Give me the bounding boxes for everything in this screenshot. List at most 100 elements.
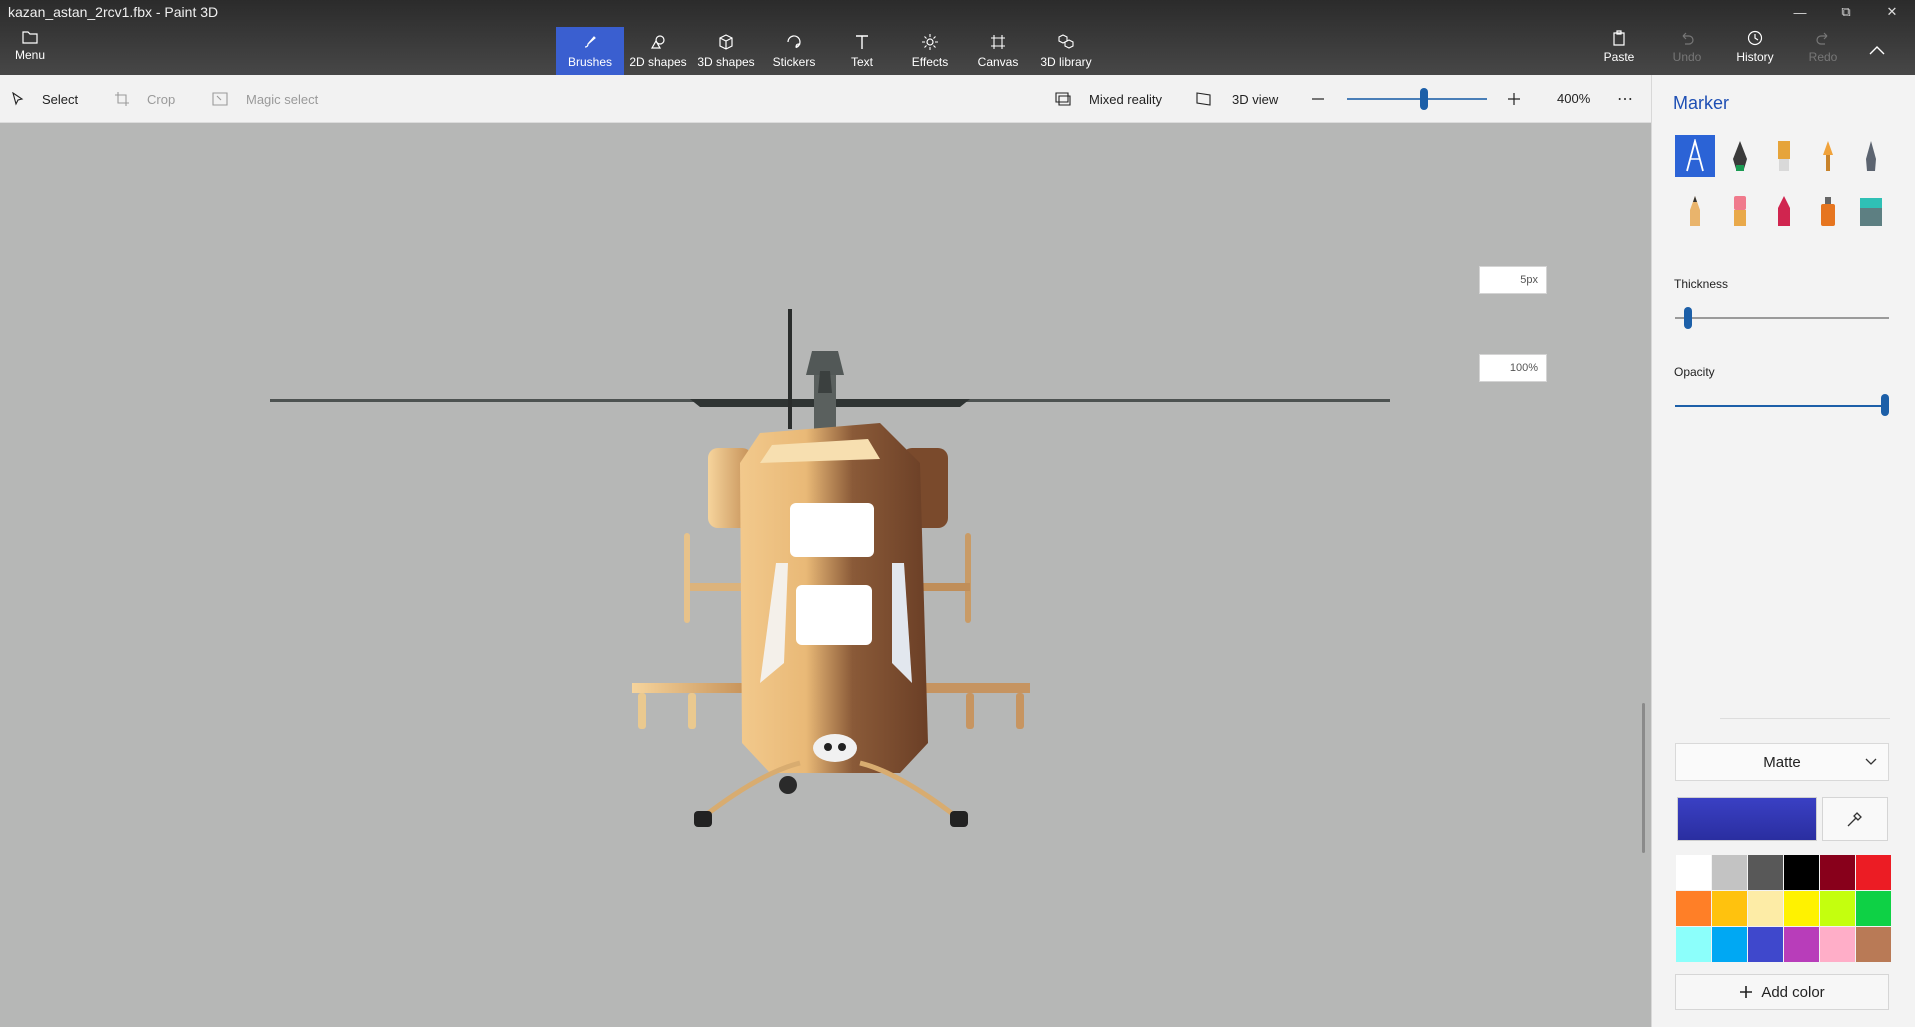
eraser-brush-icon[interactable]	[1720, 190, 1760, 232]
opacity-label: Opacity	[1674, 365, 1715, 379]
color-swatch[interactable]	[1676, 855, 1711, 890]
color-swatch[interactable]	[1856, 927, 1891, 962]
select-button[interactable]: Select	[12, 75, 78, 123]
color-swatch[interactable]	[1748, 855, 1783, 890]
color-swatch[interactable]	[1784, 891, 1819, 926]
close-icon[interactable]: ✕	[1869, 0, 1915, 24]
history-button[interactable]: History	[1721, 30, 1789, 64]
eyedropper-button[interactable]	[1822, 797, 1888, 841]
opacity-slider-thumb[interactable]	[1881, 394, 1889, 416]
tool-brushes[interactable]: Brushes	[556, 27, 624, 75]
cursor-icon	[12, 92, 24, 106]
paste-button[interactable]: Paste	[1585, 30, 1653, 64]
material-value: Matte	[1763, 753, 1801, 771]
clipboard-icon	[1613, 30, 1625, 46]
minimize-icon[interactable]: —	[1777, 0, 1823, 24]
color-swatch[interactable]	[1676, 891, 1711, 926]
mixed-reality-icon	[1055, 92, 1071, 106]
thickness-input[interactable]: 5px	[1479, 266, 1547, 294]
zoom-value[interactable]: 400%	[1557, 91, 1590, 106]
tool-label: 2D shapes	[629, 54, 687, 69]
3d-library-icon	[1058, 33, 1074, 49]
calligraphy-pen-brush-icon[interactable]	[1720, 135, 1760, 177]
brush-icon	[584, 35, 596, 48]
main-tools: Brushes 2D shapes 3D shapes Stickers Tex…	[556, 27, 1100, 75]
current-color-swatch[interactable]	[1677, 797, 1817, 841]
secondary-toolbar: Select Crop Magic select Mixed reality 3…	[0, 75, 1651, 123]
tool-label: Effects	[911, 54, 949, 69]
tool-canvas[interactable]: Canvas	[964, 27, 1032, 75]
helicopter-model[interactable]	[0, 123, 1651, 1027]
oil-brush-icon[interactable]	[1764, 135, 1804, 177]
color-palette	[1676, 855, 1891, 962]
add-color-button[interactable]: Add color	[1675, 974, 1889, 1010]
crop-icon	[115, 92, 129, 106]
zoom-slider-track[interactable]	[1347, 98, 1487, 100]
marker-brush-icon[interactable]	[1675, 135, 1715, 177]
tool-label: Text	[850, 54, 873, 69]
watercolor-brush-icon[interactable]	[1808, 135, 1848, 177]
pixel-pen-brush-icon[interactable]	[1851, 135, 1891, 177]
magic-select-icon	[212, 92, 228, 106]
color-swatch[interactable]	[1784, 855, 1819, 890]
tool-3d-shapes[interactable]: 3D shapes	[692, 27, 760, 75]
zoom-slider-thumb[interactable]	[1420, 88, 1428, 110]
zoom-in-icon[interactable]	[1507, 75, 1521, 123]
color-swatch[interactable]	[1712, 891, 1747, 926]
color-swatch[interactable]	[1712, 927, 1747, 962]
color-swatch[interactable]	[1856, 891, 1891, 926]
tool-text[interactable]: Text	[828, 27, 896, 75]
tool-stickers[interactable]: Stickers	[760, 27, 828, 75]
zoom-out-icon[interactable]	[1311, 75, 1325, 123]
opacity-input[interactable]: 100%	[1479, 354, 1547, 382]
crop-button[interactable]: Crop	[115, 75, 175, 123]
thickness-slider-thumb[interactable]	[1683, 307, 1692, 329]
color-swatch[interactable]	[1820, 855, 1855, 890]
vertical-scrollbar[interactable]	[1642, 703, 1645, 853]
canvas-area[interactable]	[0, 123, 1651, 1027]
color-swatch[interactable]	[1856, 855, 1891, 890]
3d-view-label: 3D view	[1232, 91, 1279, 107]
collapse-toolbar-icon[interactable]	[1857, 30, 1897, 70]
tool-label: 3D library	[1040, 54, 1092, 69]
history-icon	[1747, 30, 1763, 46]
restore-icon[interactable]: ⧉	[1823, 0, 1869, 24]
tool-effects[interactable]: Effects	[896, 27, 964, 75]
undo-button[interactable]: Undo	[1653, 30, 1721, 64]
magic-select-button[interactable]: Magic select	[212, 75, 318, 123]
sticker-icon	[787, 34, 801, 48]
tool-label: Canvas	[977, 54, 1019, 69]
color-swatch[interactable]	[1748, 927, 1783, 962]
color-swatch[interactable]	[1712, 855, 1747, 890]
opacity-slider-track[interactable]	[1675, 405, 1889, 407]
material-dropdown[interactable]: Matte	[1675, 743, 1889, 781]
menu-button[interactable]: Menu	[8, 30, 52, 70]
mixed-reality-button[interactable]: Mixed reality	[1055, 75, 1162, 123]
fill-bucket-brush-icon[interactable]	[1851, 190, 1891, 232]
tool-3d-library[interactable]: 3D library	[1032, 27, 1100, 75]
redo-label: Redo	[1808, 50, 1838, 64]
crayon-brush-icon[interactable]	[1764, 190, 1804, 232]
spray-can-brush-icon[interactable]	[1808, 190, 1848, 232]
select-label: Select	[42, 91, 79, 107]
tool-2d-shapes[interactable]: 2D shapes	[624, 27, 692, 75]
color-swatch[interactable]	[1784, 927, 1819, 962]
title-and-toolbar: kazan_astan_2rcv1.fbx - Paint 3D — ⧉ ✕ M…	[0, 0, 1915, 75]
text-icon	[856, 34, 868, 49]
redo-button[interactable]: Redo	[1789, 30, 1857, 64]
mixed-reality-label: Mixed reality	[1089, 91, 1162, 107]
color-swatch[interactable]	[1676, 927, 1711, 962]
color-swatch[interactable]	[1820, 891, 1855, 926]
window-controls: — ⧉ ✕	[1777, 0, 1915, 24]
color-swatch[interactable]	[1820, 927, 1855, 962]
eyedropper-icon	[1847, 812, 1862, 827]
undo-label: Undo	[1672, 50, 1702, 64]
color-swatch[interactable]	[1748, 891, 1783, 926]
pencil-brush-icon[interactable]	[1675, 190, 1715, 232]
thickness-slider-track[interactable]	[1675, 317, 1889, 319]
more-options-icon[interactable]: ⋯	[1617, 89, 1634, 109]
3d-shapes-icon	[719, 33, 733, 50]
chevron-down-icon	[1865, 758, 1877, 765]
add-color-label: Add color	[1761, 983, 1825, 1001]
3d-view-button[interactable]: 3D view	[1196, 75, 1278, 123]
